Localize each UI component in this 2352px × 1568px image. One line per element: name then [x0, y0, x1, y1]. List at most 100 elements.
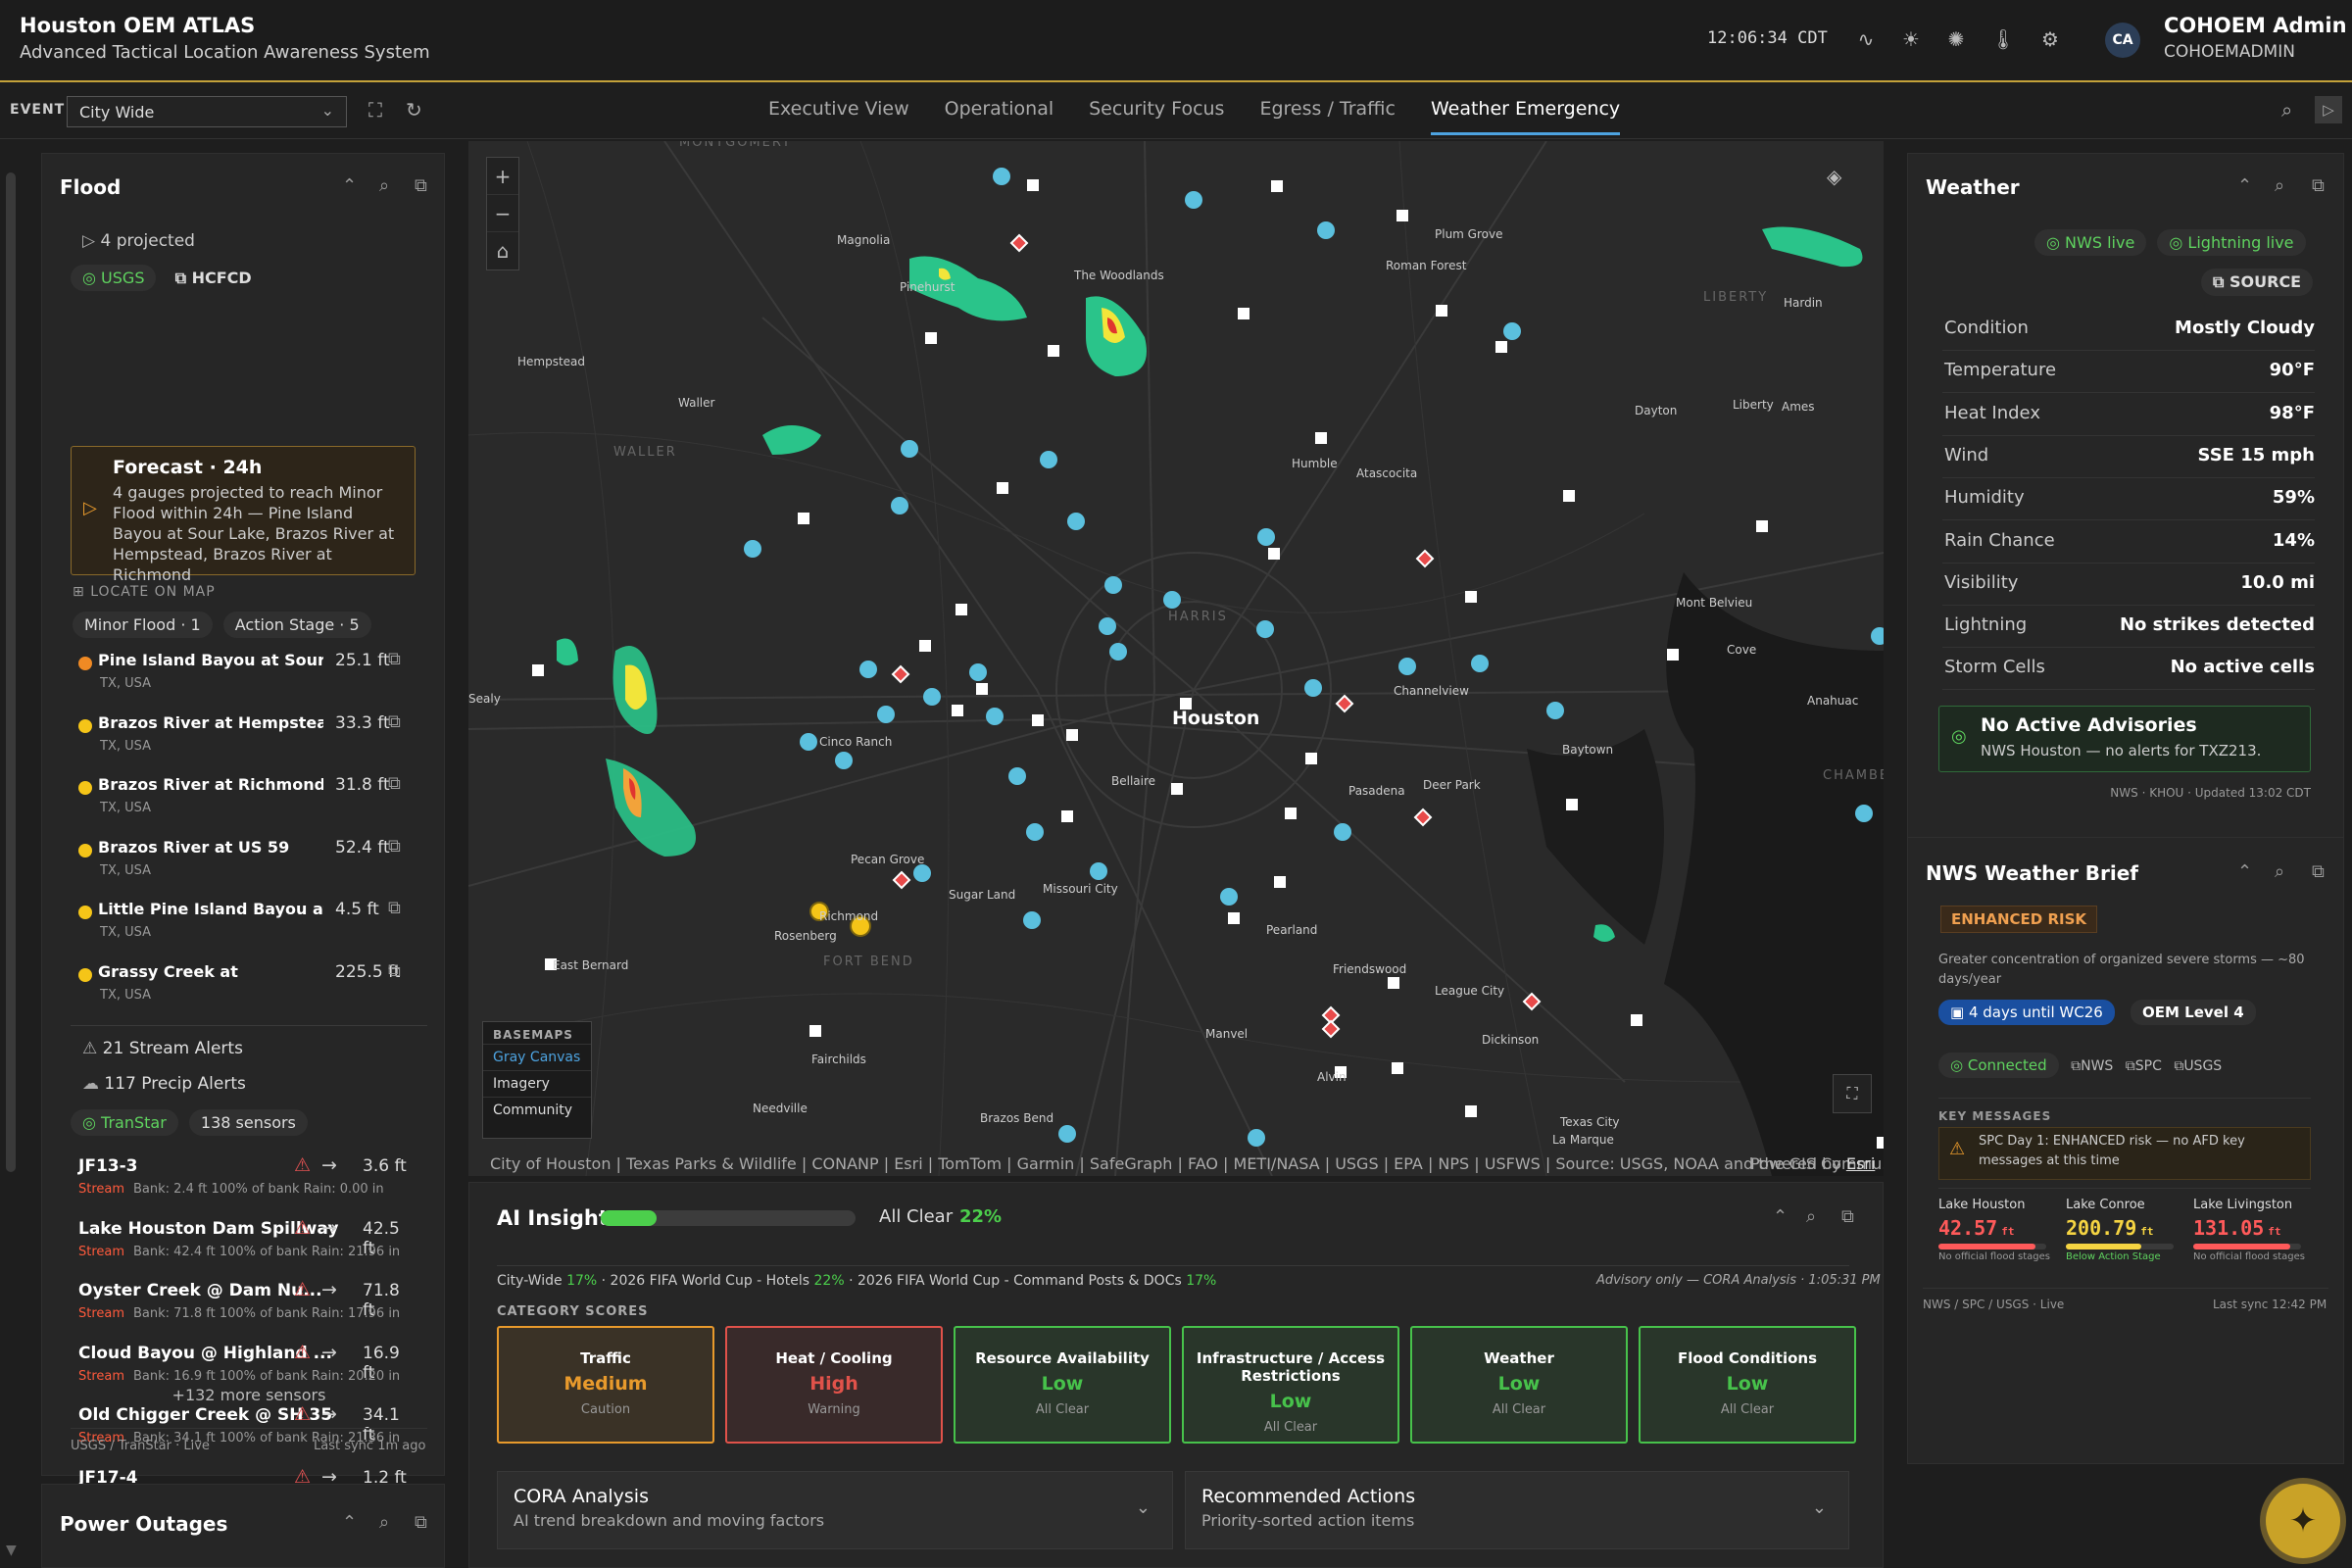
- event-select[interactable]: City Wide ⌄: [67, 96, 347, 127]
- gauge-row[interactable]: Pine Island Bayou at Sour L... TX, USA 25.…: [76, 649, 419, 704]
- more-sensors[interactable]: +132 more sensors: [71, 1386, 427, 1404]
- map-icon: ⊞: [73, 584, 91, 600]
- gauge-row[interactable]: Brazos River at Hempstead TX, USA 33.3 ft ⧉: [76, 711, 419, 766]
- external-link-icon[interactable]: ⧉: [388, 960, 401, 981]
- search-icon[interactable]: ⌕: [379, 175, 389, 196]
- locate-on-map[interactable]: ⊞ LOCATE ON MAP: [73, 584, 216, 600]
- search-icon[interactable]: ⌕: [379, 1512, 389, 1533]
- external-link-icon[interactable]: ⧉: [388, 773, 401, 794]
- tab-weather-emergency[interactable]: Weather Emergency: [1430, 84, 1621, 135]
- lightning-live-chip[interactable]: ◎ Lightning live: [2157, 229, 2306, 256]
- external-link-icon[interactable]: ⧉: [2312, 175, 2325, 196]
- transtar-chip[interactable]: ◎ TranStar: [71, 1109, 178, 1136]
- search-icon[interactable]: ⌕: [1806, 1206, 1816, 1227]
- score-card-weather[interactable]: Weather Low All Clear: [1410, 1326, 1628, 1444]
- external-link-icon[interactable]: ⧉: [2312, 861, 2325, 882]
- collapse-icon[interactable]: ⌃: [2237, 861, 2252, 882]
- home-icon[interactable]: ⌂: [487, 232, 518, 270]
- collapse-icon[interactable]: ⌃: [2237, 175, 2252, 196]
- tab-egress-traffic[interactable]: Egress / Traffic: [1259, 84, 1396, 135]
- thermometer-icon[interactable]: 🌡: [1989, 25, 2017, 53]
- esri-link[interactable]: Esri: [1846, 1154, 1875, 1173]
- map-attribution: City of Houston | Texas Parks & Wildlife…: [490, 1154, 1884, 1173]
- gauge-row[interactable]: Brazos River at Richmond TX, USA 31.8 ft ⧉: [76, 773, 419, 828]
- left-scrollbar[interactable]: [6, 172, 16, 1172]
- sensor-row[interactable]: Old Chigger Creek @ SH 35 ⚠ → 34.1 ft Stream…: [76, 1403, 410, 1464]
- zoom-in-button[interactable]: +: [487, 158, 518, 195]
- map-view[interactable]: MONTGOMERY Magnolia Pinehurst The Woodlands…: [468, 141, 1884, 1176]
- hcfcd-link[interactable]: ⧉ HCFCD: [175, 269, 252, 287]
- score-status: Caution: [580, 1402, 631, 1417]
- layers-icon[interactable]: ◈: [1827, 165, 1841, 188]
- gauge-row[interactable]: Grassy Creek at TX, USA 225.5 ft ⧉: [76, 960, 419, 1015]
- nws-link[interactable]: ⧉NWS: [2071, 1058, 2113, 1074]
- chip-minor-flood[interactable]: Minor Flood · 1: [73, 612, 213, 638]
- external-link-icon[interactable]: ⧉: [388, 836, 401, 857]
- score-card-traffic[interactable]: Traffic Medium Caution: [497, 1326, 714, 1444]
- weather-value: No strikes detected: [2119, 614, 2315, 636]
- external-link-icon[interactable]: ⧉: [1841, 1206, 1854, 1227]
- gauge-row[interactable]: Brazos River at US 59 TX, USA 52.4 ft ⧉: [76, 836, 419, 891]
- lake-lake-conroe[interactable]: Lake Conroe 200.79 ft Below Action Stage: [2066, 1198, 2193, 1262]
- recommended-actions-expander[interactable]: Recommended Actions Priority-sorted acti…: [1185, 1471, 1849, 1549]
- search-icon[interactable]: ⌕: [2275, 861, 2284, 882]
- score-card-infrastructure-access-restrictions[interactable]: Infrastructure / Access Restrictions Low A…: [1182, 1326, 1399, 1444]
- refresh-icon[interactable]: ↻: [406, 98, 422, 122]
- basemap-gray-canvas[interactable]: Gray Canvas: [483, 1044, 591, 1070]
- precip-alerts-row[interactable]: ☁ 117 Precip Alerts: [82, 1074, 246, 1094]
- map-canvas[interactable]: [468, 141, 1884, 1176]
- search-icon[interactable]: ⌕: [2275, 175, 2284, 196]
- activity-icon[interactable]: ∿: [1852, 25, 1880, 53]
- usgs-chip[interactable]: ◎ USGS: [71, 265, 157, 291]
- fit-extent-icon[interactable]: ⛶: [368, 98, 382, 122]
- spc-link[interactable]: ⧉SPC: [2126, 1058, 2162, 1074]
- fullscreen-icon[interactable]: ⛶: [1833, 1074, 1872, 1113]
- score-card-resource-availability[interactable]: Resource Availability Low All Clear: [954, 1326, 1171, 1444]
- tab-operational[interactable]: Operational: [945, 84, 1054, 135]
- source-button[interactable]: ⧉ SOURCE: [2201, 269, 2314, 296]
- tab-executive-view[interactable]: Executive View: [768, 84, 909, 135]
- score-level: Low: [1726, 1373, 1769, 1395]
- search-icon[interactable]: ⌕: [2281, 98, 2292, 122]
- basemap-imagery[interactable]: Imagery: [483, 1070, 591, 1097]
- play-icon[interactable]: ▷: [2315, 96, 2342, 123]
- collapse-icon[interactable]: ⌃: [1773, 1206, 1788, 1227]
- external-link-icon[interactable]: ⧉: [388, 898, 401, 918]
- collapse-icon[interactable]: ⌃: [342, 175, 357, 196]
- score-card-heat-cooling[interactable]: Heat / Cooling High Warning: [725, 1326, 943, 1444]
- basemap-community[interactable]: Community: [483, 1097, 591, 1123]
- sensor-row[interactable]: Lake Houston Dam Spillway ⚠ → 42.5 ft Stream…: [76, 1217, 410, 1278]
- lake-lake-livingston[interactable]: Lake Livingston 131.05 ft No official flood…: [2193, 1198, 2321, 1262]
- score-card-flood-conditions[interactable]: Flood Conditions Low All Clear: [1639, 1326, 1856, 1444]
- tab-security-focus[interactable]: Security Focus: [1089, 84, 1224, 135]
- nws-live-chip[interactable]: ◎ NWS live: [2034, 229, 2147, 256]
- weather-value: 14%: [2272, 529, 2315, 551]
- sensor-row[interactable]: Oyster Creek @ Dam Nu... ⚠ → 71.8 ft Stream B…: [76, 1279, 410, 1340]
- external-link-icon[interactable]: ⧉: [415, 1512, 427, 1533]
- collapse-icon[interactable]: ⌃: [342, 1512, 357, 1533]
- external-link-icon[interactable]: ⧉: [415, 175, 427, 196]
- stream-alerts-row[interactable]: ⚠ 21 Stream Alerts: [82, 1039, 243, 1058]
- gauge-location: TX, USA: [100, 862, 152, 878]
- ai-assistant-button[interactable]: ✦: [2266, 1484, 2340, 1558]
- warning-icon: ⚠: [294, 1154, 312, 1176]
- scroll-down-icon[interactable]: ▼: [6, 1543, 17, 1558]
- external-link-icon[interactable]: ⧉: [388, 711, 401, 732]
- gear-icon[interactable]: ⚙: [2036, 25, 2064, 53]
- chip-action-stage[interactable]: Action Stage · 5: [222, 612, 371, 638]
- external-link-icon[interactable]: ⧉: [388, 649, 401, 669]
- sensors-count-chip[interactable]: 138 sensors: [188, 1109, 308, 1136]
- lake-lake-houston[interactable]: Lake Houston 42.57 ft No official flood sta…: [1938, 1198, 2066, 1262]
- ai-advisory: Advisory only — CORA Analysis · 1:05:31 …: [1596, 1273, 1881, 1288]
- avatar[interactable]: CA: [2105, 23, 2140, 58]
- sun-icon[interactable]: ☀: [1897, 25, 1925, 53]
- bug-icon[interactable]: ✺: [1942, 25, 1970, 53]
- zoom-out-button[interactable]: −: [487, 195, 518, 232]
- cora-analysis-expander[interactable]: CORA Analysis AI trend breakdown and mov…: [497, 1471, 1173, 1549]
- gauge-row[interactable]: Little Pine Island Bayou at ... TX, USA 4.…: [76, 898, 419, 953]
- forecast-box[interactable]: ▷ Forecast · 24h 4 gauges projected to r…: [71, 446, 416, 584]
- user-id: COHOEMADMIN: [2164, 42, 2295, 62]
- sensor-row[interactable]: JF13-3 ⚠ → 3.6 ft Stream Bank: 2.4 ft 100% of…: [76, 1154, 410, 1215]
- usgs-link[interactable]: ⧉USGS: [2174, 1058, 2222, 1074]
- map-label-deer-park: Deer Park: [1423, 778, 1481, 792]
